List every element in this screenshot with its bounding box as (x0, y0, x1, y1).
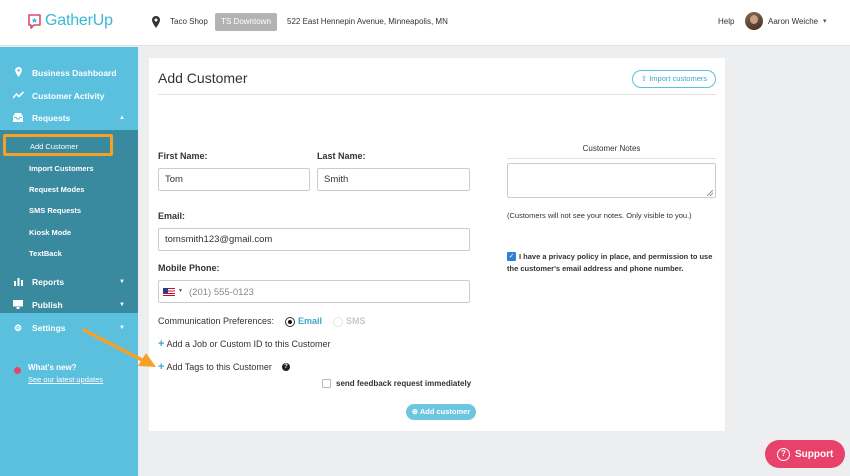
mobile-phone-label: Mobile Phone: (158, 263, 220, 273)
sidebar-item-reports[interactable]: Reports ▼ (0, 271, 138, 293)
plus-circle-icon: ⊕ (411, 407, 419, 416)
map-pin-icon (152, 16, 160, 28)
first-name-label: First Name: (158, 151, 208, 161)
sidebar-item-label: Business Dashboard (32, 68, 117, 78)
customer-notes-title: Customer Notes (582, 144, 641, 153)
notes-visibility-hint: (Customers will not see your notes. Only… (507, 211, 692, 220)
add-customer-button-label: Add customer (419, 407, 471, 416)
mobile-phone-placeholder: (201) 555-0123 (189, 287, 254, 298)
sidebar-item-sms-requests[interactable]: SMS Requests (29, 206, 81, 215)
sidebar-item-label: Reports (32, 277, 65, 287)
sidebar-item-textback[interactable]: TextBack (29, 249, 62, 258)
sms-pref-radio[interactable] (333, 317, 343, 327)
last-name-label: Last Name: (317, 151, 366, 161)
sidebar-item-request-modes[interactable]: Request Modes (29, 185, 84, 194)
chevron-down-icon[interactable]: ▼ (178, 288, 183, 294)
first-name-field[interactable]: Tom (158, 168, 310, 191)
us-flag-icon[interactable] (163, 288, 175, 296)
chevron-down-icon: ▼ (119, 302, 125, 308)
sidebar-item-label: Settings (32, 323, 66, 333)
support-label: Support (795, 448, 834, 460)
send-feedback-checkbox[interactable] (322, 379, 331, 388)
sidebar-item-import-customers[interactable]: Import Customers (29, 164, 94, 173)
add-customer-button[interactable]: ⊕ Add customer (406, 404, 476, 420)
avatar[interactable] (745, 12, 763, 30)
import-customers-button[interactable]: ⇧ Import customers (632, 70, 716, 88)
resize-handle-icon[interactable] (707, 190, 713, 196)
import-customers-label: Import customers (649, 74, 708, 83)
sidebar-item-label: Publish (32, 300, 63, 310)
help-question-icon[interactable]: ? (282, 363, 290, 371)
sidebar-item-kiosk-mode[interactable]: Kiosk Mode (29, 228, 71, 237)
sidebar-item-publish[interactable]: Publish ▼ (0, 294, 138, 316)
page-title: Add Customer (158, 70, 248, 86)
gatherup-logo[interactable]: GatherUp (27, 12, 113, 30)
help-link[interactable]: Help (718, 17, 734, 26)
monitor-icon (13, 299, 23, 311)
sidebar-item-customer-activity[interactable]: Customer Activity (0, 85, 138, 107)
add-tags-link[interactable]: + Add Tags to this Customer (158, 361, 272, 373)
communication-preferences-label: Communication Preferences: (158, 316, 275, 326)
chevron-down-icon[interactable]: ▾ (823, 17, 827, 25)
add-tags-label: Add Tags to this Customer (166, 362, 272, 372)
latest-updates-link[interactable]: See our latest updates (28, 375, 103, 384)
email-pref-label[interactable]: Email (298, 316, 322, 326)
notification-dot-icon (14, 367, 21, 374)
title-divider (158, 94, 716, 95)
send-feedback-label[interactable]: send feedback request immediately (336, 379, 471, 388)
top-bar: GatherUp Taco Shop TS Downtown 522 East … (0, 0, 850, 46)
whats-new-heading: What's new? (28, 363, 77, 372)
sms-pref-label[interactable]: SMS (346, 316, 366, 326)
chevron-down-icon: ▼ (119, 279, 125, 285)
email-label: Email: (158, 211, 186, 221)
add-job-link[interactable]: + Add a Job or Custom ID to this Customer (158, 338, 331, 350)
customer-notes-textarea[interactable] (507, 163, 716, 198)
sidebar-item-label: Requests (32, 113, 71, 123)
active-item-highlight (3, 134, 113, 156)
upload-icon: ⇧ (640, 74, 648, 83)
add-job-label: Add a Job or Custom ID to this Customer (166, 339, 331, 349)
chevron-up-icon: ▲ (119, 115, 125, 121)
trend-line-icon (12, 91, 25, 101)
notes-divider (507, 158, 716, 159)
map-pin-icon (13, 67, 23, 79)
logo-text: GatherUp (45, 12, 113, 29)
sidebar-item-business-dashboard[interactable]: Business Dashboard (0, 62, 138, 84)
last-name-field[interactable]: Smith (317, 168, 470, 191)
privacy-consent-label[interactable]: I have a privacy policy in place, and pe… (507, 251, 721, 274)
email-field[interactable]: tomsmith123@gmail.com (158, 228, 470, 251)
inbox-icon (13, 112, 23, 124)
sidebar-item-label: Customer Activity (32, 91, 105, 101)
support-button[interactable]: ? Support (765, 440, 845, 468)
location-name[interactable]: Taco Shop (170, 17, 208, 26)
location-address: 522 East Hennepin Avenue, Minneapolis, M… (287, 17, 448, 26)
sidebar-item-requests[interactable]: Requests ▲ (0, 107, 138, 129)
gear-icon: ⚙ (13, 322, 23, 333)
email-pref-radio[interactable] (285, 317, 295, 327)
user-menu[interactable]: Aaron Weiche (768, 17, 818, 26)
sidebar: Business Dashboard Customer Activity Req… (0, 47, 138, 476)
bar-chart-icon (13, 277, 23, 288)
question-circle-icon: ? (777, 447, 790, 461)
location-badge[interactable]: TS Downtown (215, 13, 277, 31)
tutorial-arrow-icon (82, 328, 156, 367)
logo-bubble-icon (28, 13, 41, 29)
